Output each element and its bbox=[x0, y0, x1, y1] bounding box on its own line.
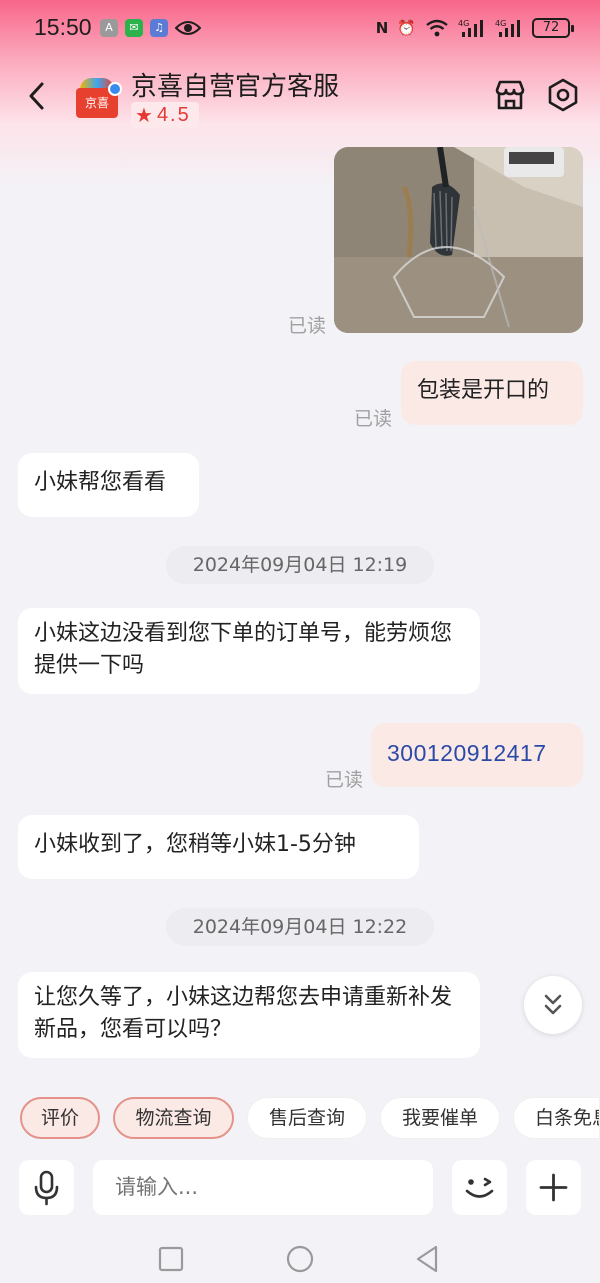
message-packaging: 包装是开口的 bbox=[401, 361, 583, 425]
settings-button[interactable] bbox=[546, 78, 580, 112]
home-icon[interactable] bbox=[286, 1245, 314, 1273]
voice-button[interactable] bbox=[19, 1160, 74, 1215]
svg-text:4G: 4G bbox=[458, 19, 469, 28]
message-input[interactable] bbox=[93, 1160, 433, 1215]
read-status: 已读 bbox=[325, 769, 364, 791]
shop-avatar[interactable]: 京喜 bbox=[76, 78, 122, 118]
wifi-icon bbox=[426, 19, 448, 37]
scroll-to-bottom-button[interactable] bbox=[524, 976, 582, 1034]
chevron-left-icon bbox=[29, 82, 44, 110]
status-bar: 15:50 A ✉ ♫ N ⏰ 4G 4G 72 bbox=[0, 0, 600, 56]
chip-review[interactable]: 评价 bbox=[20, 1097, 100, 1139]
image-message[interactable] bbox=[334, 147, 583, 333]
chat-header: 京喜 京喜自营官方客服 ★ 4.5 bbox=[0, 56, 600, 136]
status-time: 15:50 bbox=[34, 14, 92, 40]
store-icon bbox=[495, 80, 525, 110]
emoji-button[interactable] bbox=[452, 1160, 507, 1215]
alarm-icon: ⏰ bbox=[397, 19, 416, 37]
chat-title: 京喜自营官方客服 bbox=[131, 72, 340, 102]
signal-1-icon: 4G bbox=[458, 19, 483, 37]
svg-text:4G: 4G bbox=[495, 19, 506, 28]
order-number-message[interactable]: 300120912417 bbox=[371, 723, 583, 787]
back-nav-icon[interactable] bbox=[414, 1245, 440, 1273]
nfc-icon: N bbox=[375, 19, 389, 37]
plus-icon bbox=[539, 1173, 568, 1202]
signal-2-icon: 4G bbox=[495, 19, 520, 37]
timestamp: 2024年09月04日 12:19 bbox=[166, 546, 434, 584]
timestamp: 2024年09月04日 12:22 bbox=[166, 908, 434, 946]
message-check: 小妹帮您看看 bbox=[18, 453, 199, 517]
system-navigation-bar bbox=[0, 1232, 600, 1283]
chip-urge-order[interactable]: 我要催单 bbox=[380, 1097, 500, 1139]
status-icons: N ⏰ 4G 4G 72 bbox=[375, 14, 574, 42]
product-photo bbox=[334, 147, 583, 333]
chip-baitiao[interactable]: 白条免息 bbox=[513, 1097, 600, 1139]
store-button[interactable] bbox=[493, 78, 527, 112]
chip-after-sales[interactable]: 售后查询 bbox=[247, 1097, 367, 1139]
app-notification-icon: A bbox=[100, 19, 118, 37]
more-button[interactable] bbox=[526, 1160, 581, 1215]
recent-apps-icon[interactable] bbox=[158, 1246, 184, 1272]
rating-value: 4.5 bbox=[156, 103, 191, 126]
back-button[interactable] bbox=[22, 76, 52, 116]
read-status: 已读 bbox=[354, 408, 393, 430]
star-icon: ★ bbox=[135, 103, 153, 127]
battery-indicator: 72 bbox=[532, 18, 574, 38]
music-icon: ♫ bbox=[150, 19, 168, 37]
gear-icon bbox=[548, 78, 578, 112]
wink-face-icon bbox=[465, 1177, 494, 1198]
wechat-icon: ✉ bbox=[125, 19, 143, 37]
chip-logistics[interactable]: 物流查询 bbox=[113, 1097, 234, 1139]
input-row bbox=[0, 1150, 600, 1230]
microphone-icon bbox=[34, 1170, 59, 1206]
message-no-order: 小妹这边没看到您下单的订单号，能劳烦您提供一下吗 bbox=[18, 608, 480, 694]
quick-actions-bar: 评价 物流查询 售后查询 我要催单 白条免息 bbox=[0, 1072, 600, 1162]
rating-badge: ★ 4.5 bbox=[131, 102, 199, 128]
double-chevron-down-icon bbox=[544, 994, 562, 1015]
eye-icon bbox=[175, 21, 201, 35]
read-status: 已读 bbox=[288, 315, 327, 337]
verified-badge-icon bbox=[108, 82, 122, 96]
message-reship: 让您久等了，小妹这边帮您去申请重新补发新品，您看可以吗？ bbox=[18, 972, 480, 1058]
message-received: 小妹收到了，您稍等小妹1-5分钟 bbox=[18, 815, 419, 879]
